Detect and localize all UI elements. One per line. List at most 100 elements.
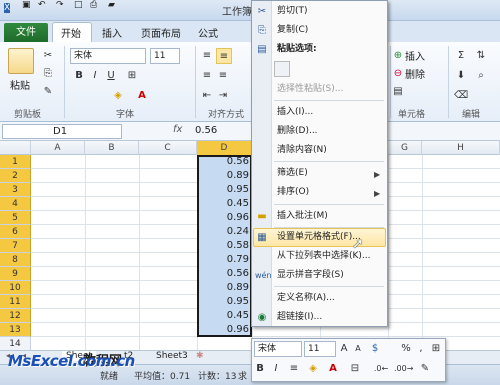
save-icon[interactable]: ▣ <box>22 0 31 10</box>
menu-item-insert-comment[interactable]: 插入批注(M) <box>272 207 386 226</box>
submenu-arrow-icon: ▶ <box>374 189 381 198</box>
tab-page-layout[interactable]: 页面布局 <box>141 25 181 40</box>
open-folder-icon[interactable]: ▰ <box>108 0 115 10</box>
insert-cells-icon[interactable]: ⊕ <box>392 48 404 64</box>
row-header[interactable]: 9 <box>0 267 31 281</box>
increase-indent-icon[interactable]: ⇥ <box>216 88 230 104</box>
column-header-a[interactable]: A <box>31 141 85 155</box>
column-header-d[interactable]: D <box>197 141 252 155</box>
paste-button[interactable]: 粘贴 <box>10 77 30 92</box>
row-header[interactable]: 1 <box>0 155 31 169</box>
fill-icon[interactable]: ⬇ <box>454 68 468 84</box>
delete-cells-icon[interactable]: ⊖ <box>392 66 404 82</box>
mini-font-combo[interactable]: 宋体 <box>254 341 302 357</box>
row-header[interactable]: 6 <box>0 225 31 239</box>
menu-item-pick-list[interactable]: 从下拉列表中选择(K)... <box>272 247 386 266</box>
decrease-decimal-icon[interactable]: .00→ <box>394 361 413 377</box>
function-icon[interactable]: fx <box>173 124 182 135</box>
undo-icon[interactable]: ↶ <box>38 0 46 10</box>
menu-item-phonetic[interactable]: 显示拼音字段(S) <box>272 266 386 285</box>
menu-item-filter[interactable]: 筛选(E) <box>272 164 386 183</box>
bold-icon[interactable]: B <box>72 68 86 84</box>
italic-icon[interactable]: I <box>88 68 102 84</box>
accounting-format-icon[interactable]: $ <box>368 341 382 357</box>
insert-cells-button[interactable]: 插入 <box>405 48 425 63</box>
tab-insert[interactable]: 插入 <box>102 25 122 40</box>
paste-icon[interactable] <box>8 48 34 74</box>
redo-icon[interactable]: ↷ <box>56 0 64 10</box>
formula-input[interactable]: 0.56 <box>195 124 217 138</box>
mini-border-icon[interactable]: ⊟ <box>348 361 362 377</box>
row-header[interactable]: 12 <box>0 309 31 323</box>
tab-formulas[interactable]: 公式 <box>198 25 218 40</box>
comma-style-button[interactable]: , <box>416 341 426 357</box>
font-size-combo[interactable]: 11 <box>150 48 180 64</box>
row-header[interactable]: 11 <box>0 295 31 309</box>
delete-cells-button[interactable]: 删除 <box>405 66 425 81</box>
percent-style-button[interactable]: % <box>400 341 412 357</box>
menu-item-insert[interactable]: 插入(I)... <box>272 103 386 122</box>
format-painter-icon[interactable]: ✎ <box>40 84 56 100</box>
row-header[interactable]: 7 <box>0 239 31 253</box>
insert-sheet-icon[interactable]: ✱ <box>196 351 204 361</box>
print-icon[interactable]: ⎙ <box>90 0 97 10</box>
new-icon[interactable]: □ <box>74 0 83 10</box>
row-header[interactable]: 10 <box>0 281 31 295</box>
menu-separator <box>274 100 384 101</box>
copy-icon: ⎘ <box>258 25 266 36</box>
decrease-indent-icon[interactable]: ⇤ <box>200 88 214 104</box>
autosum-icon[interactable]: Σ <box>454 48 468 64</box>
column-header-c[interactable]: C <box>139 141 197 155</box>
menu-item-cut[interactable]: 剪切(T) <box>272 2 386 21</box>
menu-item-copy[interactable]: 复制(C) <box>272 21 386 40</box>
menu-item-format-cells[interactable]: 设置单元格格式(F)... <box>272 228 386 247</box>
align-middle-icon[interactable]: ≡ <box>216 48 232 64</box>
row-header[interactable]: 14 <box>0 337 31 351</box>
clear-icon[interactable]: ⌫ <box>454 88 468 104</box>
font-name-combo[interactable]: 宋体 <box>70 48 146 64</box>
column-header-b[interactable]: B <box>85 141 139 155</box>
tab-file[interactable]: 文件 <box>4 23 48 42</box>
mini-italic-icon[interactable]: I <box>270 361 282 377</box>
row-header[interactable]: 13 <box>0 323 31 337</box>
copy-icon[interactable]: ⎘ <box>40 66 56 82</box>
shrink-font-icon[interactable]: A <box>352 341 364 357</box>
find-select-icon[interactable]: ⌕ <box>474 68 488 84</box>
fill-color-icon[interactable]: ◈ <box>110 88 126 104</box>
tab-home[interactable]: 开始 <box>61 25 81 40</box>
align-center-icon[interactable]: ≡ <box>216 68 230 84</box>
align-top-icon[interactable]: ≡ <box>200 48 214 64</box>
menu-item-sort[interactable]: 排序(O) <box>272 183 386 202</box>
row-header[interactable]: 8 <box>0 253 31 267</box>
format-cells-icon[interactable]: ▤ <box>392 84 404 100</box>
column-header-g[interactable]: G <box>388 141 422 155</box>
mini-font-color-icon[interactable]: A <box>326 361 340 377</box>
align-left-icon[interactable]: ≡ <box>200 68 214 84</box>
grow-font-icon[interactable]: A <box>338 341 350 357</box>
row-header[interactable]: 2 <box>0 169 31 183</box>
menu-item-clear[interactable]: 清除内容(N) <box>272 141 386 160</box>
column-header-h[interactable]: H <box>422 141 500 155</box>
name-box[interactable]: D1 <box>2 124 122 139</box>
mini-bold-icon[interactable]: B <box>254 361 266 377</box>
underline-icon[interactable]: U <box>104 68 118 84</box>
select-all-corner[interactable] <box>0 141 31 155</box>
sheet-tab-3[interactable]: Sheet3 <box>156 351 188 361</box>
sort-filter-icon[interactable]: ⇅ <box>474 48 488 64</box>
row-header[interactable]: 3 <box>0 183 31 197</box>
mini-fill-color-icon[interactable]: ◈ <box>306 361 320 377</box>
row-header[interactable]: 4 <box>0 197 31 211</box>
mini-size-combo[interactable]: 11 <box>304 341 336 357</box>
font-color-icon[interactable]: A <box>134 88 150 104</box>
menu-item-delete[interactable]: 删除(D)... <box>272 122 386 141</box>
merge-cells-icon[interactable]: ⊞ <box>430 341 442 357</box>
border-icon[interactable]: ⊞ <box>124 68 140 84</box>
menu-item-define-name[interactable]: 定义名称(A)... <box>272 289 386 308</box>
paste-option-icon[interactable] <box>274 61 290 77</box>
mini-align-icon[interactable]: ≡ <box>286 361 302 377</box>
mini-format-painter-icon[interactable]: ✎ <box>418 361 432 377</box>
increase-decimal-icon[interactable]: .0← <box>372 361 390 377</box>
row-header[interactable]: 5 <box>0 211 31 225</box>
cut-icon[interactable]: ✂ <box>40 48 56 64</box>
menu-item-hyperlink[interactable]: 超链接(I)... <box>272 308 386 327</box>
